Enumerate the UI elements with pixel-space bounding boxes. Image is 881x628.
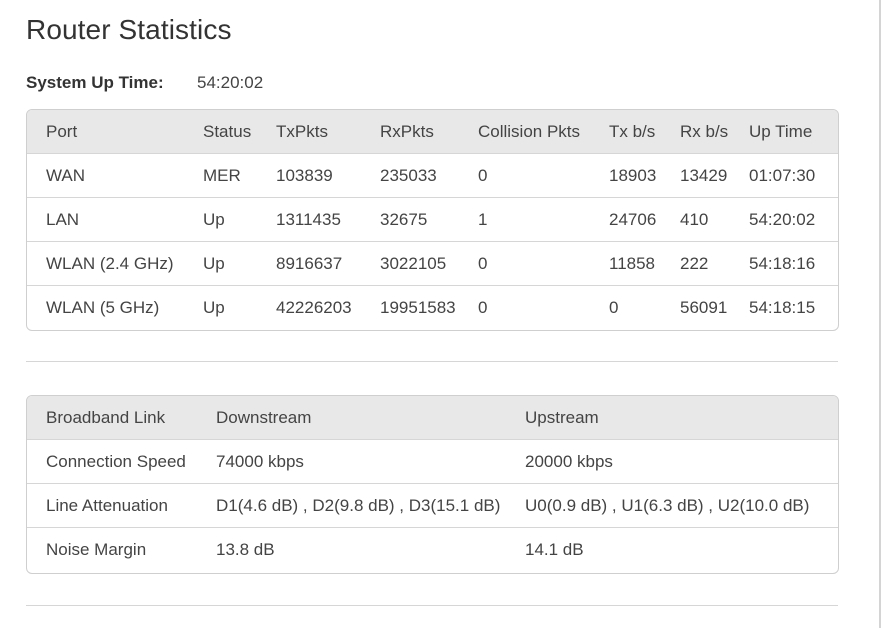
table-row: Connection Speed 74000 kbps 20000 kbps <box>27 439 838 484</box>
column-header-status: Status <box>203 121 252 141</box>
upstream-cell: U0(0.9 dB) , U1(6.3 dB) , U2(10.0 dB) <box>525 483 838 528</box>
txpkts-cell: 42226203 <box>276 285 380 329</box>
column-header-tx-bps: Tx b/s <box>609 121 656 141</box>
collision-pkts-cell: 0 <box>478 241 609 286</box>
collision-pkts-cell: 0 <box>478 285 609 329</box>
status-cell: Up <box>203 241 276 286</box>
column-header-collision-pkts: Collision Pkts <box>478 121 581 141</box>
section-divider <box>26 361 838 362</box>
metric-name-cell: Noise Margin <box>27 527 216 571</box>
up-time-cell: 54:18:16 <box>749 241 838 286</box>
rxpkts-cell: 3022105 <box>380 241 478 286</box>
upstream-cell: 14.1 dB <box>525 527 838 571</box>
column-header-up-time: Up Time <box>749 121 813 141</box>
table-row: WAN MER 103839 235033 0 18903 13429 01:0… <box>27 153 838 198</box>
collision-pkts-cell: 0 <box>478 153 609 198</box>
table-row: Noise Margin 13.8 dB 14.1 dB <box>27 527 838 571</box>
port-statistics-table: Port Status TxPkts RxPkts Collision Pkts… <box>27 110 838 329</box>
tx-bps-cell: 11858 <box>609 241 680 286</box>
port-statistics-panel: Port Status TxPkts RxPkts Collision Pkts… <box>26 109 839 331</box>
up-time-cell: 01:07:30 <box>749 153 838 198</box>
rx-bps-cell: 13429 <box>680 153 749 198</box>
up-time-cell: 54:18:15 <box>749 285 838 329</box>
port-name-cell: WAN <box>27 153 203 198</box>
port-name-cell: LAN <box>27 197 203 242</box>
rx-bps-cell: 56091 <box>680 285 749 329</box>
txpkts-cell: 1311435 <box>276 197 380 242</box>
upstream-cell: 20000 kbps <box>525 439 838 484</box>
system-uptime-value: 54:20:02 <box>197 73 264 92</box>
section-divider <box>26 605 838 606</box>
downstream-cell: D1(4.6 dB) , D2(9.8 dB) , D3(15.1 dB) <box>216 483 525 528</box>
status-cell: Up <box>203 197 276 242</box>
table-row: LAN Up 1311435 32675 1 24706 410 54:20:0… <box>27 197 838 242</box>
collision-pkts-cell: 1 <box>478 197 609 242</box>
router-statistics-page: Router Statistics System Up Time: 54:20:… <box>0 0 881 628</box>
txpkts-cell: 8916637 <box>276 241 380 286</box>
rxpkts-cell: 235033 <box>380 153 478 198</box>
page-title: Router Statistics <box>26 14 232 45</box>
tx-bps-cell: 0 <box>609 285 680 329</box>
column-header-rx-bps: Rx b/s <box>680 121 729 141</box>
txpkts-cell: 103839 <box>276 153 380 198</box>
rx-bps-cell: 222 <box>680 241 749 286</box>
column-header-downstream: Downstream <box>216 407 312 427</box>
rxpkts-cell: 19951583 <box>380 285 478 329</box>
metric-name-cell: Connection Speed <box>27 439 216 484</box>
metric-name-cell: Line Attenuation <box>27 483 216 528</box>
port-name-cell: WLAN (5 GHz) <box>27 285 203 329</box>
downstream-cell: 13.8 dB <box>216 527 525 571</box>
broadband-link-panel: Broadband Link Downstream Upstream Conne… <box>26 395 839 574</box>
table-row: WLAN (2.4 GHz) Up 8916637 3022105 0 1185… <box>27 241 838 286</box>
column-header-rxpkts: RxPkts <box>380 121 434 141</box>
column-header-upstream: Upstream <box>525 407 599 427</box>
column-header-port: Port <box>46 121 78 141</box>
column-header-txpkts: TxPkts <box>276 121 328 141</box>
up-time-cell: 54:20:02 <box>749 197 838 242</box>
status-cell: Up <box>203 285 276 329</box>
tx-bps-cell: 24706 <box>609 197 680 242</box>
system-uptime-row: System Up Time: 54:20:02 <box>26 73 263 93</box>
rxpkts-cell: 32675 <box>380 197 478 242</box>
table-row: Line Attenuation D1(4.6 dB) , D2(9.8 dB)… <box>27 483 838 528</box>
downstream-cell: 74000 kbps <box>216 439 525 484</box>
system-uptime-label: System Up Time: <box>26 73 164 92</box>
rx-bps-cell: 410 <box>680 197 749 242</box>
table-row: WLAN (5 GHz) Up 42226203 19951583 0 0 56… <box>27 285 838 329</box>
status-cell: MER <box>203 153 276 198</box>
port-table-header-row: Port Status TxPkts RxPkts Collision Pkts… <box>27 110 838 154</box>
port-name-cell: WLAN (2.4 GHz) <box>27 241 203 286</box>
broadband-table-header-row: Broadband Link Downstream Upstream <box>27 396 838 440</box>
broadband-link-table: Broadband Link Downstream Upstream Conne… <box>27 396 838 571</box>
column-header-broadband-link: Broadband Link <box>46 407 166 427</box>
tx-bps-cell: 18903 <box>609 153 680 198</box>
